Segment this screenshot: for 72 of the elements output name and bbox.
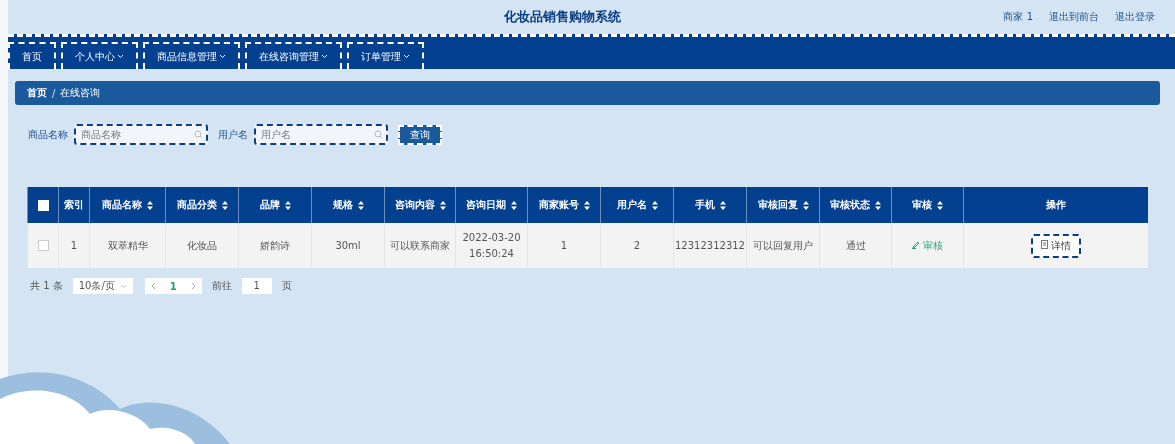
app-title: 化妆品销售购物系统 (503, 8, 623, 26)
sort-icon[interactable] (937, 200, 943, 210)
column-header: 索引 (64, 199, 84, 210)
table-cell: 1 (560, 239, 568, 251)
sort-icon[interactable] (651, 200, 658, 210)
table-cell: 可以回复用户 (753, 239, 813, 251)
column-header[interactable]: 咨询日期 (466, 199, 506, 210)
page-size-select[interactable]: 10条/页 (72, 278, 133, 294)
table-cell: 可以联系商家 (390, 239, 450, 251)
edit-icon (911, 240, 920, 249)
column-header[interactable]: 审核状态 (830, 199, 870, 210)
page-unit: 页 (281, 279, 292, 293)
sort-icon[interactable] (511, 200, 517, 210)
column-header[interactable]: 用户名 (616, 199, 647, 210)
nav-tab[interactable]: 个人中心 (61, 42, 138, 69)
sort-icon[interactable] (875, 200, 881, 210)
goto-label: 前往 (211, 279, 232, 293)
column-header[interactable]: 手机 (694, 199, 715, 210)
caret-icon (219, 54, 226, 59)
search-button[interactable]: 查询 (398, 124, 442, 145)
table-cell: 化妆品 (187, 239, 217, 251)
column-header[interactable]: 咨询内容 (394, 199, 435, 210)
select-all-checkbox[interactable] (37, 199, 49, 211)
search-field[interactable]: 商品名称 (74, 124, 208, 145)
field-label: 商品名称 (28, 127, 68, 142)
breadcrumb-item[interactable]: 首页 (27, 86, 47, 100)
sort-icon[interactable] (221, 200, 228, 210)
document-icon (1040, 239, 1048, 249)
column-header[interactable]: 商品分类 (176, 199, 217, 210)
breadcrumb-separator: / (52, 87, 56, 99)
sort-icon[interactable] (583, 200, 590, 210)
table-cell: 30ml (335, 239, 361, 251)
row-checkbox[interactable] (37, 240, 49, 251)
column-header[interactable]: 商品名称 (102, 199, 142, 210)
column-header[interactable]: 品牌 (259, 199, 280, 210)
header-link[interactable]: 商家 1 (1003, 10, 1033, 24)
sort-icon[interactable] (439, 200, 446, 210)
caret-icon (321, 54, 328, 59)
table-cell: 12312312312 (675, 239, 745, 251)
nav-tab[interactable]: 首页 (8, 42, 56, 69)
search-field[interactable]: 用户名 (254, 124, 388, 145)
sort-icon[interactable] (284, 200, 291, 210)
sort-icon[interactable] (802, 200, 809, 210)
table-cell: 1 (70, 239, 78, 251)
field-label: 用户名 (218, 127, 248, 142)
column-header[interactable]: 审核回复 (757, 199, 798, 210)
total-count: 共 1 条 (30, 279, 63, 293)
column-header[interactable]: 商家账号 (538, 199, 579, 210)
caret-icon (119, 283, 127, 289)
column-header[interactable]: 审核 (912, 199, 932, 210)
table-cell: 2 (633, 239, 641, 251)
nav-tab[interactable]: 在线咨询管理 (245, 42, 342, 69)
nav-tab[interactable]: 订单管理 (347, 42, 424, 69)
caret-icon (117, 54, 124, 59)
column-header[interactable]: 规格 (332, 199, 353, 210)
table-cell: 2022-03-20 16:50:24 (462, 231, 521, 259)
search-icon (374, 130, 383, 139)
detail-button[interactable]: 详情 (1030, 233, 1081, 258)
table-cell: 双萃精华 (107, 239, 148, 251)
header-link[interactable]: 退出到前台 (1049, 10, 1099, 24)
table-cell: 通过 (845, 239, 866, 251)
sort-icon[interactable] (147, 200, 153, 210)
header-link[interactable]: 退出登录 (1115, 10, 1155, 24)
table-cell: 娇韵诗 (260, 239, 290, 251)
nav-tab[interactable]: 商品信息管理 (143, 42, 240, 69)
column-header: 操作 (1045, 199, 1066, 210)
sort-icon[interactable] (719, 200, 726, 210)
sort-icon[interactable] (357, 200, 364, 210)
goto-page-field[interactable]: 1 (241, 278, 272, 294)
caret-icon (403, 54, 410, 59)
search-icon (194, 130, 203, 139)
breadcrumb-item: 在线咨询 (60, 86, 101, 100)
